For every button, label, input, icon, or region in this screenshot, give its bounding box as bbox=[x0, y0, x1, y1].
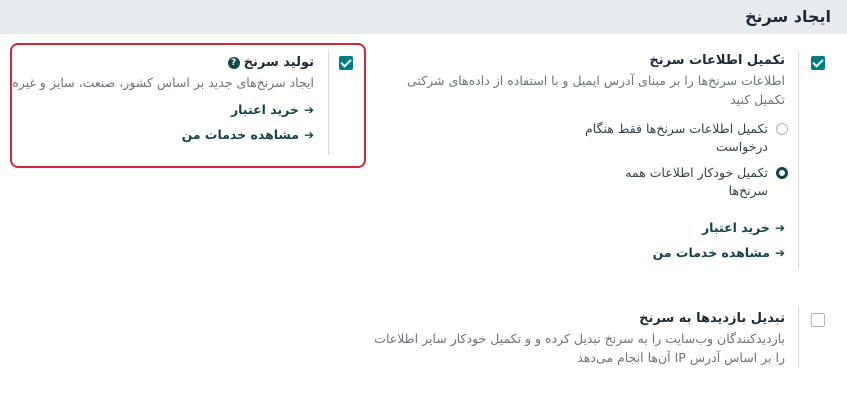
visits-to-leads-description-line-2: را بر اساس آدرس IP آن‌ها انجام می‌دهد bbox=[577, 350, 785, 365]
arrow-right-icon: ➔ bbox=[774, 221, 785, 235]
visits-to-leads-description-line-1: بازدیدکنندگان وب‌سایت را به سرنخ تبدیل ک… bbox=[374, 331, 785, 346]
enrichment-view-services-link[interactable]: ➔ مشاهده خدمات من bbox=[653, 245, 785, 260]
section-header: ایجاد سرنخ bbox=[0, 0, 847, 34]
lead-generation-view-services-link[interactable]: ➔ مشاهده خدمات من bbox=[182, 127, 314, 142]
visits-to-leads-title: تبدیل بازدیدها به سرنخ bbox=[639, 311, 785, 326]
enrichment-view-services-label: مشاهده خدمات من bbox=[652, 245, 770, 260]
lead-generation-view-services-label: مشاهده خدمات من bbox=[181, 127, 299, 142]
enrichment-title: تکمیل اطلاعات سرنخ bbox=[649, 53, 785, 68]
lead-generation-title-text: تولید سرنخ bbox=[243, 55, 314, 70]
visits-to-leads-divider bbox=[798, 306, 799, 368]
enrichment-checkbox[interactable] bbox=[811, 56, 825, 70]
radio-auto-label-line-2[interactable]: سرنخ‌ها bbox=[729, 180, 768, 201]
lead-generation-buy-credits-link[interactable]: ➔ خرید اعتبار bbox=[231, 102, 314, 117]
visits-to-leads-checkbox[interactable] bbox=[811, 313, 825, 327]
section-title: ایجاد سرنخ bbox=[744, 7, 831, 26]
enrichment-buy-credits-link[interactable]: ➔ خرید اعتبار bbox=[702, 220, 785, 235]
arrow-right-icon: ➔ bbox=[303, 103, 314, 117]
enrichment-description-line-1: اطلاعات سرنخ‌ها را بر مبنای آدرس ایمیل و… bbox=[406, 73, 785, 88]
help-icon[interactable]: ? bbox=[227, 57, 240, 69]
lead-generation-checkbox[interactable] bbox=[339, 56, 353, 70]
enrichment-description-line-2: تکمیل کنید bbox=[730, 92, 785, 107]
lead-generation-buy-credits-label: خرید اعتبار bbox=[230, 102, 299, 117]
lead-generation-divider bbox=[328, 50, 329, 155]
radio-on-demand-label-line-2[interactable]: درخواست bbox=[716, 136, 768, 157]
lead-generation-description: ایجاد سرنخ‌های جدید بر اساس کشور، صنعت، … bbox=[12, 75, 314, 90]
enrichment-buy-credits-label: خرید اعتبار bbox=[701, 220, 770, 235]
enrichment-divider bbox=[798, 50, 799, 269]
radio-enrich-on-demand[interactable] bbox=[776, 123, 788, 135]
arrow-right-icon: ➔ bbox=[303, 128, 314, 142]
lead-generation-title: تولید سرنخ? bbox=[227, 55, 314, 70]
radio-enrich-auto[interactable] bbox=[776, 167, 788, 179]
arrow-right-icon: ➔ bbox=[774, 246, 785, 260]
